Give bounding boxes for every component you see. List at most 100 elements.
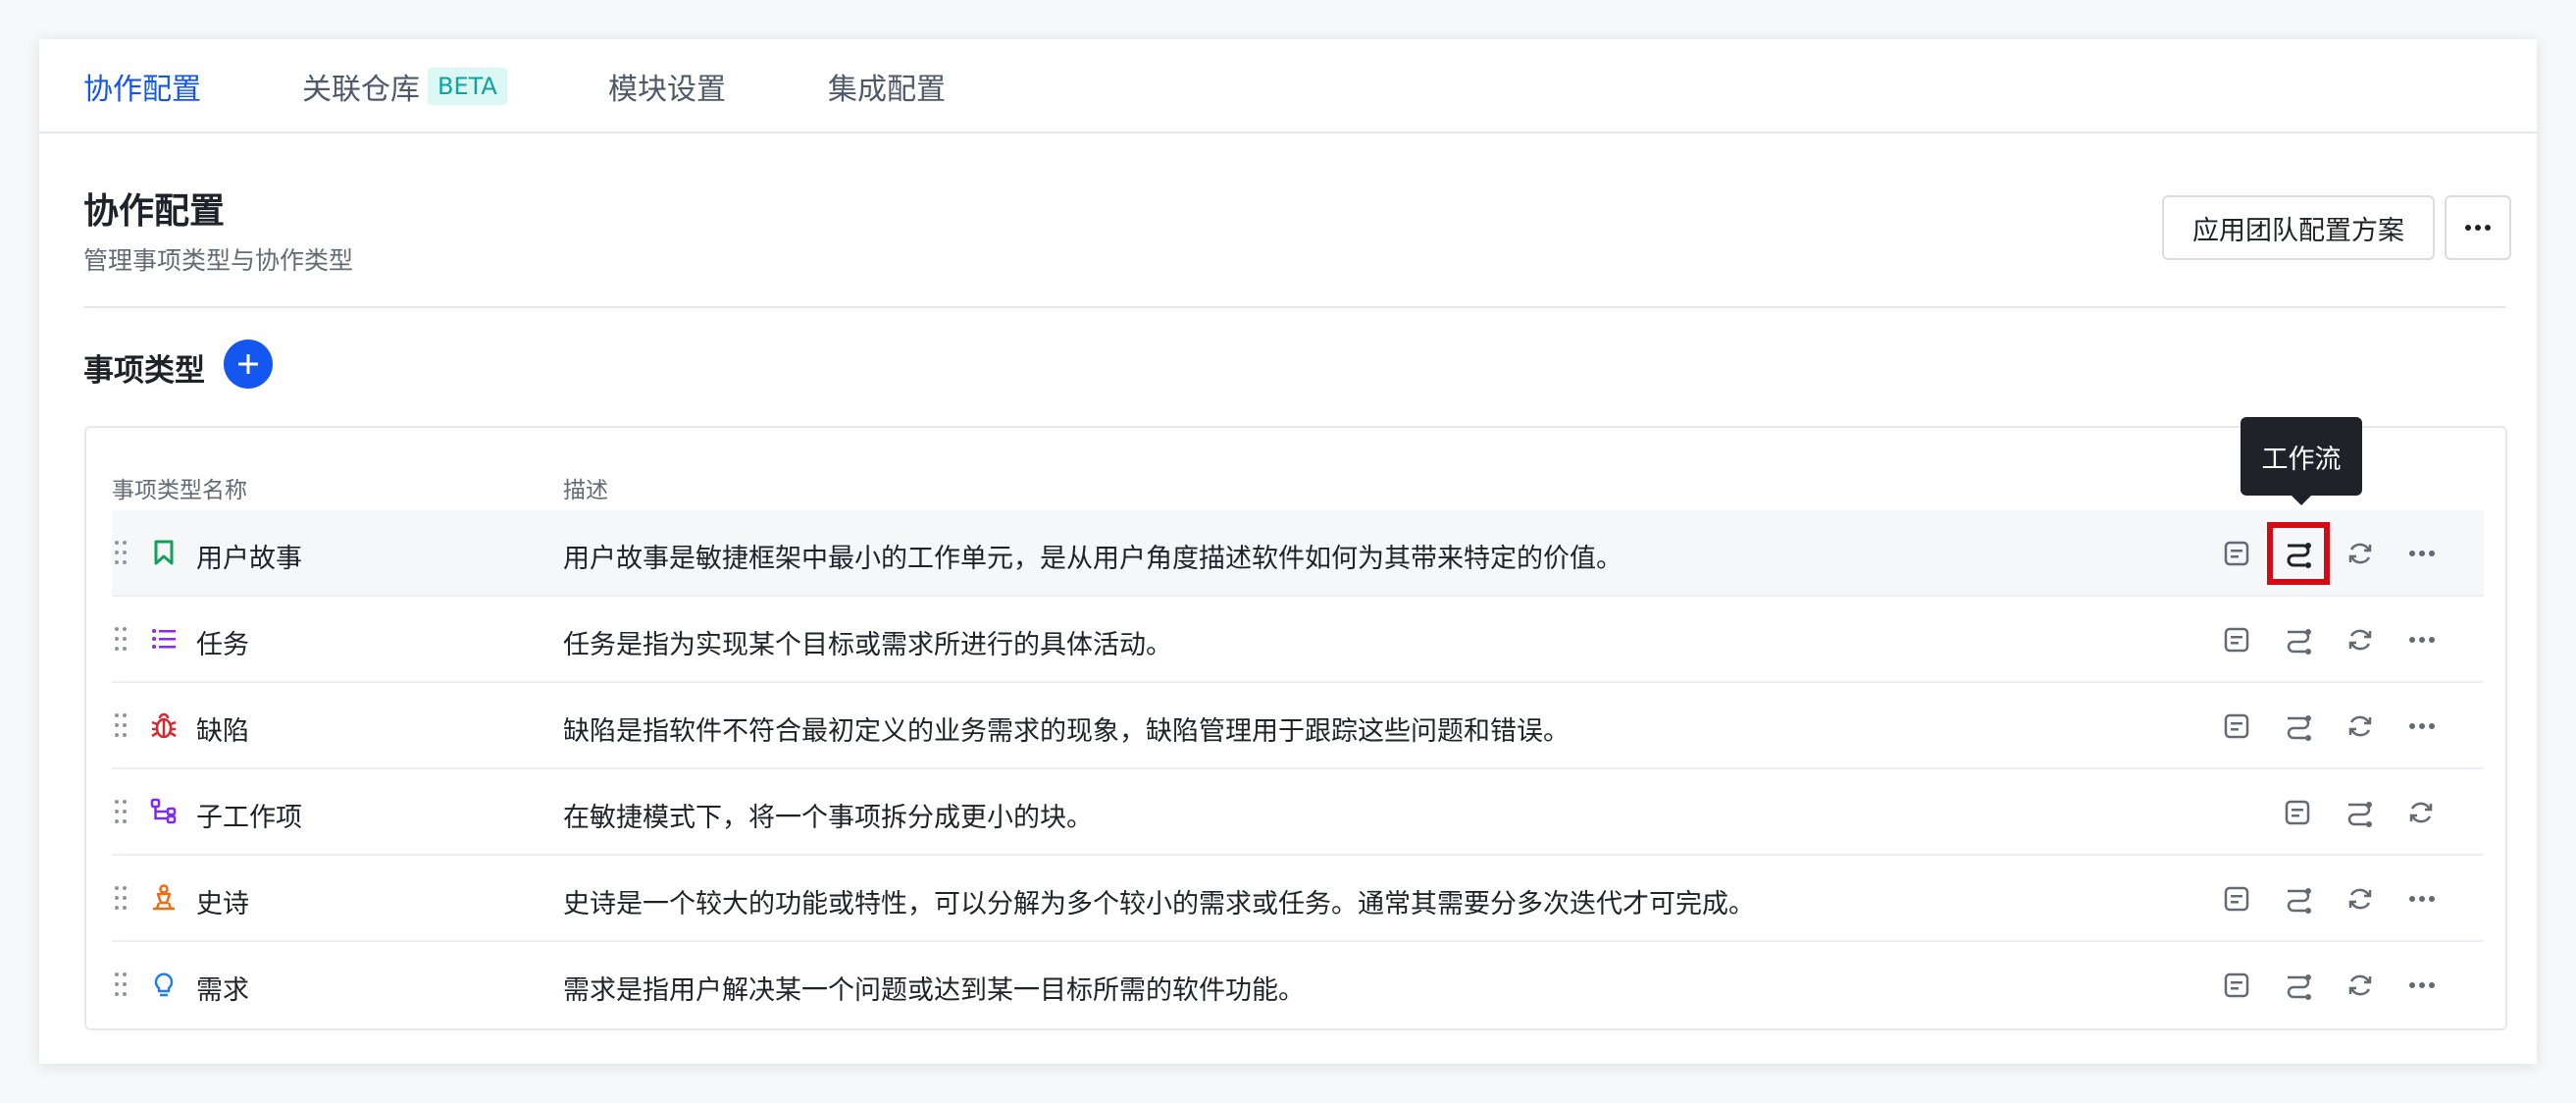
item-type-name: 任务 — [196, 630, 249, 660]
drag-handle-icon[interactable] — [114, 540, 128, 565]
fields-button[interactable] — [2217, 620, 2256, 659]
row-more-button[interactable] — [2402, 534, 2442, 573]
workflow-button[interactable] — [2279, 620, 2318, 659]
tab-collaboration-config[interactable]: 协作配置 — [83, 65, 201, 108]
item-type-name: 子工作项 — [196, 803, 302, 833]
page-title: 协作配置 — [83, 191, 226, 232]
table-row[interactable]: 缺陷 缺陷是指软件不符合最初定义的业务需求的现象，缺陷管理用于跟踪这些问题和错误… — [112, 683, 2484, 769]
fields-button[interactable] — [2217, 534, 2256, 573]
tab-label: 关联仓库 — [302, 73, 420, 107]
ellipsis-icon — [2409, 896, 2435, 902]
plus-icon — [238, 354, 258, 374]
ellipsis-icon — [2409, 551, 2435, 556]
drag-handle-icon[interactable] — [114, 712, 128, 738]
ellipsis-icon — [2409, 723, 2435, 729]
sync-button[interactable] — [2341, 707, 2380, 746]
item-type-description: 史诗是一个较大的功能或特性，可以分解为多个较小的需求或任务。通常其需要分多次迭代… — [563, 889, 1755, 919]
item-type-description: 缺陷是指软件不符合最初定义的业务需求的现象，缺陷管理用于跟踪这些问题和错误。 — [563, 716, 1570, 747]
refresh-icon — [2348, 888, 2372, 910]
drag-handle-icon[interactable] — [114, 885, 128, 911]
workflow-tooltip: 工作流 — [2241, 417, 2362, 505]
form-icon — [2224, 972, 2249, 998]
sync-button[interactable] — [2341, 966, 2380, 1005]
column-header-name: 事项类型名称 — [112, 478, 247, 503]
apply-team-config-button[interactable]: 应用团队配置方案 — [2162, 195, 2435, 260]
fields-button[interactable] — [2217, 707, 2256, 746]
tab-label: 集成配置 — [828, 73, 946, 107]
tab-module-settings[interactable]: 模块设置 — [608, 65, 726, 108]
workflow-icon — [2287, 888, 2311, 914]
form-icon — [2224, 627, 2249, 653]
fields-button[interactable] — [2217, 966, 2256, 1005]
ellipsis-icon — [2409, 637, 2435, 643]
list-icon — [152, 629, 176, 649]
drag-handle-icon[interactable] — [114, 799, 128, 824]
workflow-button[interactable] — [2279, 879, 2318, 919]
sync-button[interactable] — [2341, 879, 2380, 919]
column-header-description: 描述 — [563, 478, 608, 503]
lightbulb-icon — [154, 972, 174, 997]
refresh-icon — [2348, 974, 2372, 996]
workflow-button[interactable] — [2279, 707, 2318, 746]
tab-linked-repos[interactable]: 关联仓库 BETA — [302, 65, 507, 108]
item-type-name: 史诗 — [196, 889, 249, 919]
workflow-icon — [2287, 543, 2311, 568]
bookmark-icon — [154, 540, 174, 565]
row-more-button[interactable] — [2402, 966, 2442, 1005]
beta-badge: BETA — [428, 68, 507, 105]
workflow-button[interactable] — [2279, 966, 2318, 1005]
settings-panel: 协作配置 关联仓库 BETA 模块设置 集成配置 协作配置 管理事项类型与协作类… — [39, 39, 2537, 1064]
item-type-description: 需求是指用户解决某一个问题或达到某一目标所需的软件功能。 — [563, 975, 1305, 1006]
table-row[interactable]: 用户故事 用户故事是敏捷框架中最小的工作单元，是从用户角度描述软件如何为其带来特… — [112, 510, 2484, 597]
bug-icon — [151, 712, 177, 739]
sync-button[interactable] — [2401, 793, 2441, 832]
item-type-description: 在敏捷模式下，将一个事项拆分成更小的块。 — [563, 803, 1093, 833]
form-icon — [2285, 800, 2310, 825]
epic-icon — [153, 884, 175, 911]
workflow-icon — [2287, 715, 2311, 741]
subtask-icon — [150, 798, 177, 824]
item-types-table: 事项类型名称 描述 用户故事 用户故事是敏捷框架中最小的工作单元，是从用户角度描… — [84, 426, 2507, 1030]
form-icon — [2224, 541, 2249, 566]
refresh-icon — [2348, 629, 2372, 651]
item-type-name: 缺陷 — [196, 716, 249, 747]
ellipsis-icon — [2409, 982, 2435, 988]
fields-button[interactable] — [2217, 879, 2256, 919]
row-more-button[interactable] — [2402, 620, 2442, 659]
workflow-button[interactable] — [2340, 793, 2379, 832]
more-options-button[interactable] — [2445, 195, 2511, 260]
sync-button[interactable] — [2341, 620, 2380, 659]
section-title: 事项类型 — [83, 353, 205, 389]
row-more-button[interactable] — [2402, 707, 2442, 746]
drag-handle-icon[interactable] — [114, 626, 128, 652]
row-more-button[interactable] — [2402, 879, 2442, 919]
sync-button[interactable] — [2341, 534, 2380, 573]
tab-bar: 协作配置 关联仓库 BETA 模块设置 集成配置 — [39, 39, 2537, 133]
drag-handle-icon[interactable] — [114, 972, 128, 997]
form-icon — [2224, 713, 2249, 739]
tab-label: 模块设置 — [608, 73, 726, 107]
tab-label: 协作配置 — [83, 73, 201, 107]
workflow-icon — [2347, 802, 2372, 827]
workflow-icon — [2287, 974, 2311, 1000]
table-row[interactable]: 任务 任务是指为实现某个目标或需求所进行的具体活动。 — [112, 597, 2484, 683]
workflow-icon — [2287, 629, 2311, 655]
refresh-icon — [2348, 543, 2372, 564]
item-type-name: 需求 — [196, 975, 249, 1006]
header-divider — [83, 306, 2506, 308]
form-icon — [2224, 886, 2249, 912]
table-row[interactable]: 子工作项 在敏捷模式下，将一个事项拆分成更小的块。 — [112, 769, 2484, 856]
ellipsis-icon — [2465, 225, 2491, 231]
item-type-description: 任务是指为实现某个目标或需求所进行的具体活动。 — [563, 630, 1172, 660]
refresh-icon — [2409, 802, 2433, 823]
tab-integration-config[interactable]: 集成配置 — [828, 65, 946, 108]
add-item-type-button[interactable] — [224, 340, 273, 389]
table-row[interactable]: 需求 需求是指用户解决某一个问题或达到某一目标所需的软件功能。 — [112, 942, 2484, 1028]
item-type-name: 用户故事 — [196, 544, 302, 574]
refresh-icon — [2348, 715, 2372, 737]
workflow-button[interactable] — [2267, 522, 2330, 585]
item-type-description: 用户故事是敏捷框架中最小的工作单元，是从用户角度描述软件如何为其带来特定的价值。 — [563, 544, 1623, 574]
table-row[interactable]: 史诗 史诗是一个较大的功能或特性，可以分解为多个较小的需求或任务。通常其需要分多… — [112, 856, 2484, 942]
fields-button[interactable] — [2278, 793, 2317, 832]
page-subtitle: 管理事项类型与协作类型 — [83, 246, 354, 275]
